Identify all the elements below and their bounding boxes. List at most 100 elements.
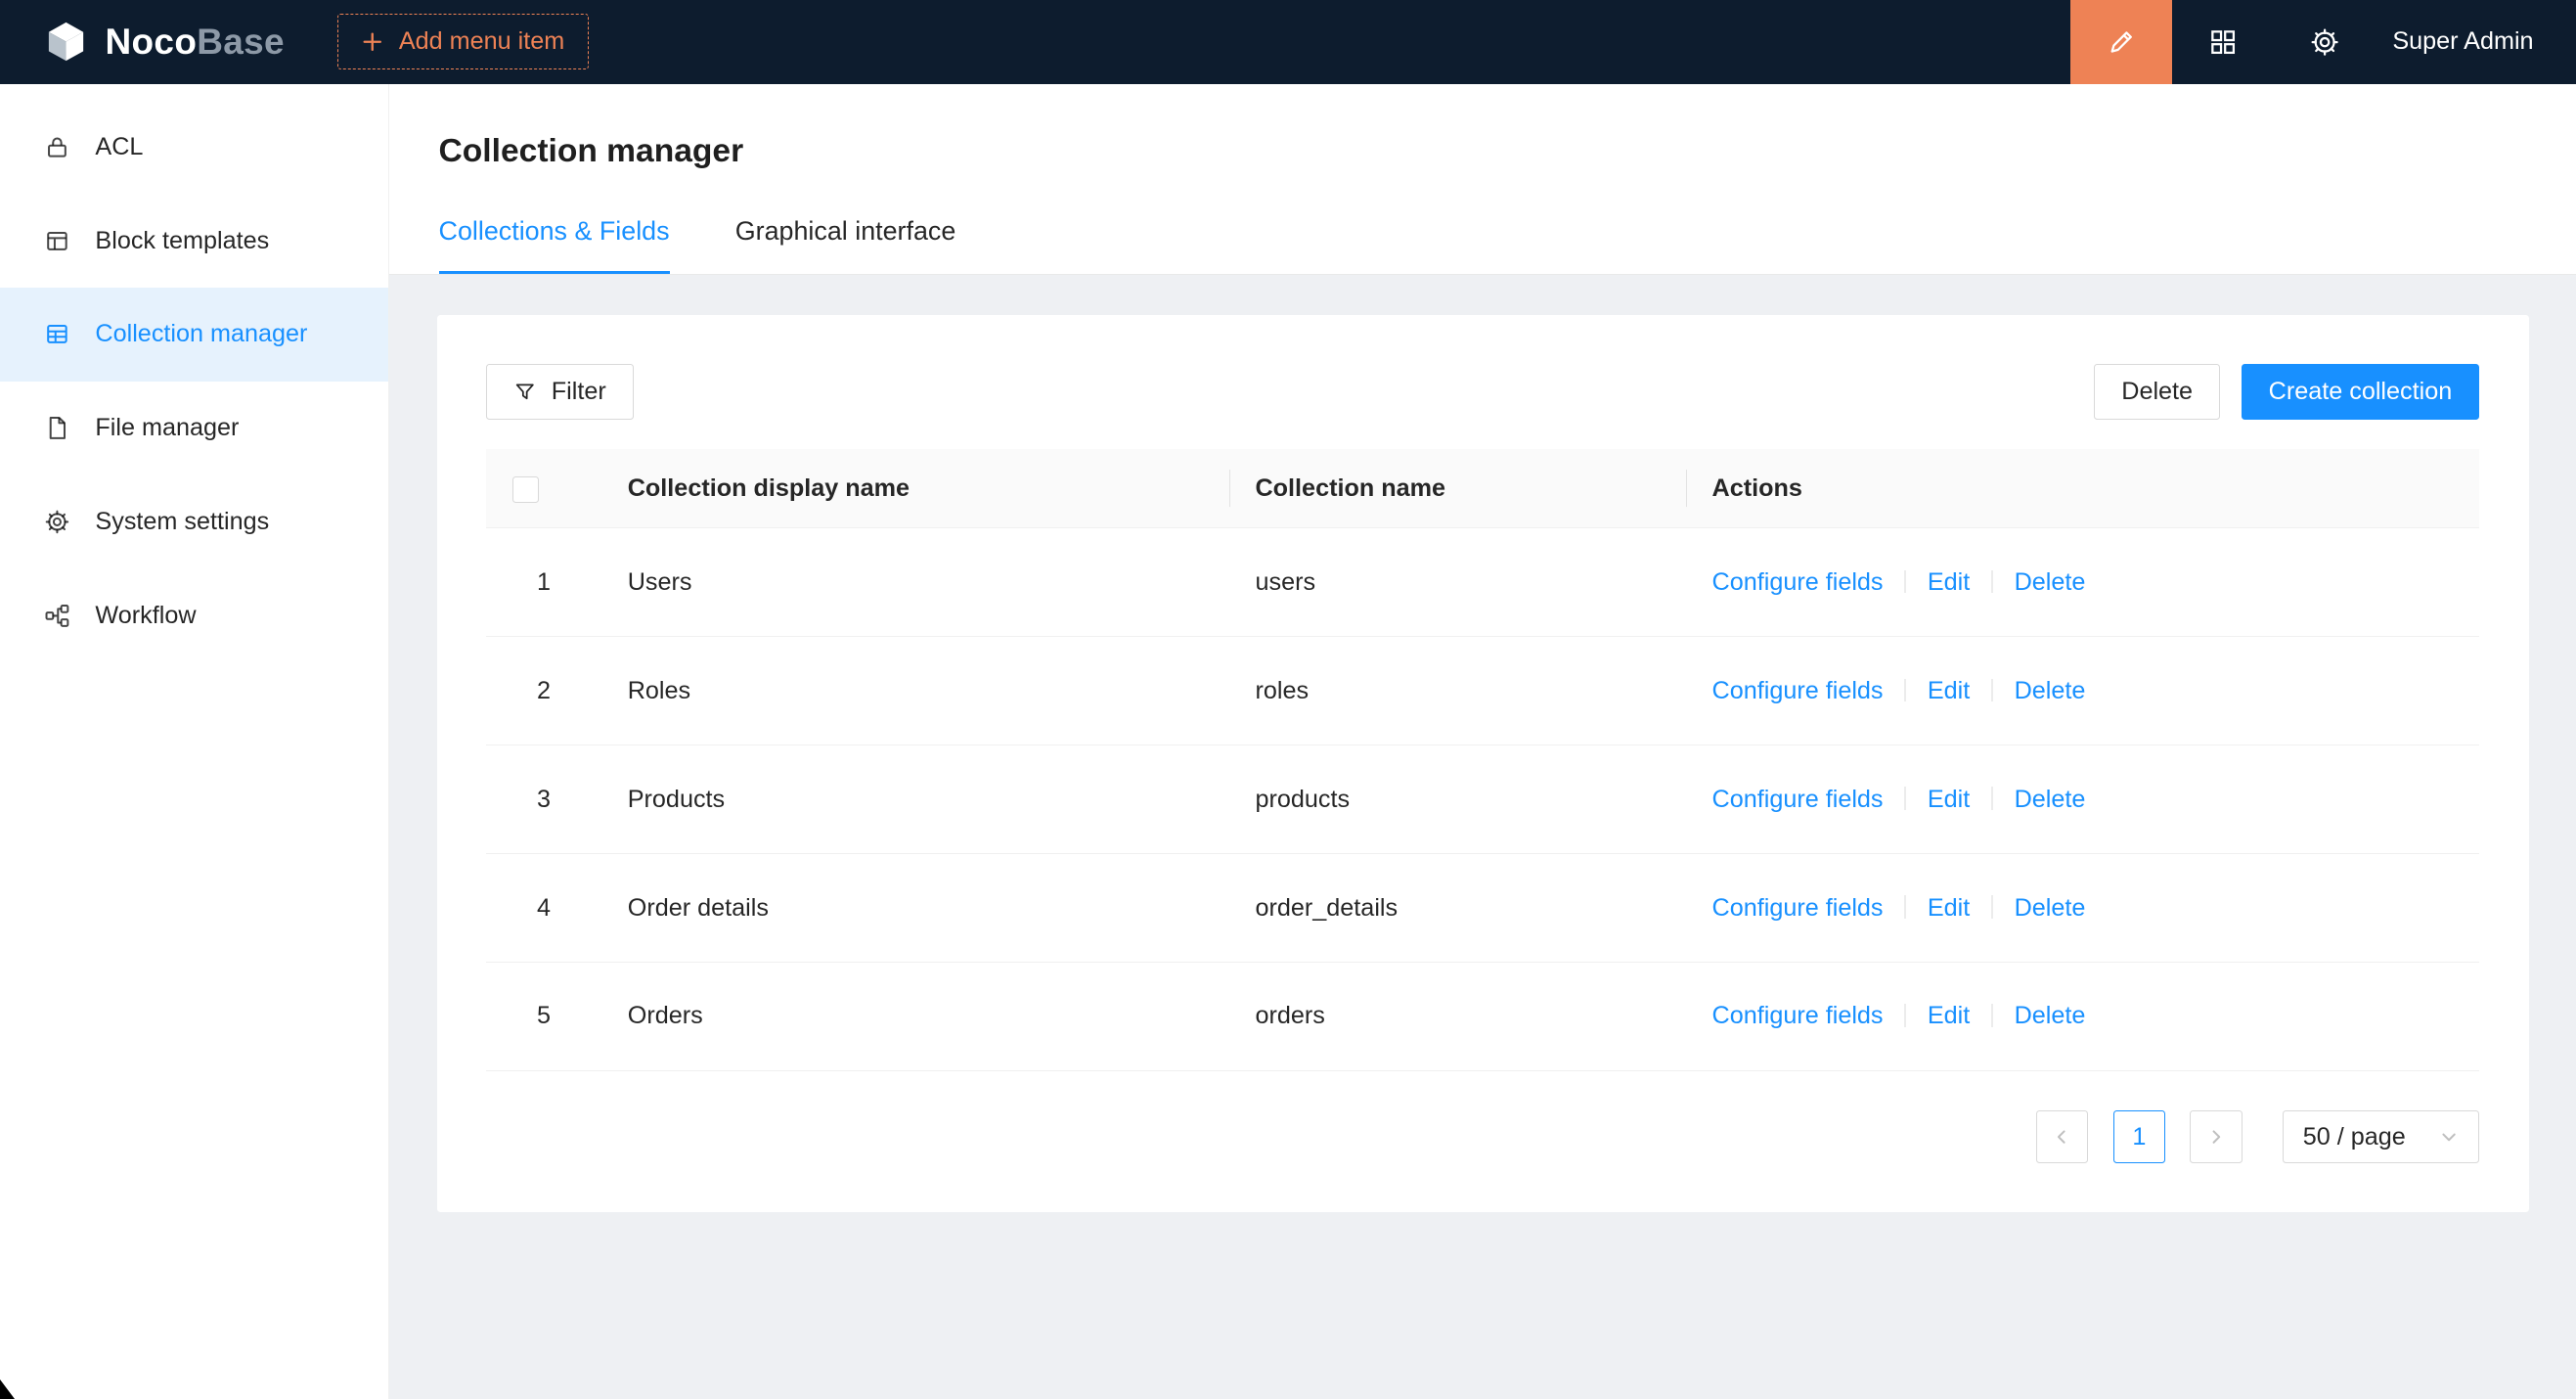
table-row: 2 Roles roles Configure fieldsEditDelete <box>486 637 2479 745</box>
gear-icon <box>2310 27 2339 57</box>
grid-icon <box>2208 27 2238 57</box>
sidebar-item-label: System settings <box>95 508 269 536</box>
delete-link[interactable]: Delete <box>2015 786 2086 813</box>
sidebar-item-label: ACL <box>95 133 143 161</box>
select-all-checkbox[interactable] <box>512 476 539 503</box>
cursor-artifact <box>0 1379 15 1399</box>
sidebar-item-workflow[interactable]: Workflow <box>0 568 388 662</box>
header-actions: Actions <box>1686 449 2479 528</box>
delete-button[interactable]: Delete <box>2094 364 2220 420</box>
delete-link[interactable]: Delete <box>2015 894 2086 922</box>
configure-fields-link[interactable]: Configure fields <box>1712 568 1884 596</box>
collections-card: Filter Delete Create collection <box>437 315 2529 1213</box>
configure-fields-link[interactable]: Configure fields <box>1712 786 1884 813</box>
tabs-bar: Collections & Fields Graphical interface <box>439 216 2527 274</box>
logo-cube-icon <box>43 19 89 65</box>
next-page-button[interactable] <box>2190 1110 2243 1163</box>
cell-display-name: Users <box>601 528 1229 637</box>
add-menu-item-label: Add menu item <box>399 27 564 56</box>
header-display-name: Collection display name <box>601 449 1229 528</box>
plus-icon <box>361 30 384 54</box>
collections-table: Collection display name Collection name … <box>486 449 2479 1071</box>
sidebar-item-system-settings[interactable]: System settings <box>0 474 388 568</box>
ui-editor-button[interactable] <box>2070 0 2172 84</box>
configure-fields-link[interactable]: Configure fields <box>1712 1002 1884 1029</box>
row-index: 3 <box>486 745 601 854</box>
cell-collection-name: roles <box>1229 637 1686 745</box>
filter-button[interactable]: Filter <box>486 364 633 420</box>
action-divider <box>1904 1004 1906 1027</box>
cell-collection-name: users <box>1229 528 1686 637</box>
create-collection-button[interactable]: Create collection <box>2242 364 2479 420</box>
edit-link[interactable]: Edit <box>1928 786 1970 813</box>
delete-link[interactable]: Delete <box>2015 568 2086 596</box>
cell-display-name: Order details <box>601 854 1229 963</box>
sidebar-item-label: Workflow <box>95 602 196 630</box>
tab-graphical-interface[interactable]: Graphical interface <box>735 216 956 274</box>
edit-link[interactable]: Edit <box>1928 894 1970 922</box>
edit-link[interactable]: Edit <box>1928 1002 1970 1029</box>
action-divider <box>1991 679 1993 702</box>
plugins-button[interactable] <box>2172 0 2274 84</box>
file-icon <box>44 415 70 441</box>
table-row: 5 Orders orders Configure fieldsEditDele… <box>486 962 2479 1070</box>
sidebar-item-acl[interactable]: ACL <box>0 100 388 194</box>
action-divider <box>1904 895 1906 919</box>
page-header: Collection manager Collections & Fields … <box>389 84 2576 276</box>
pagination: 1 50 / page <box>486 1110 2479 1163</box>
tab-collections-fields[interactable]: Collections & Fields <box>439 216 670 274</box>
header-right: Super Admin <box>2070 0 2576 84</box>
action-divider <box>1904 787 1906 810</box>
logo-text-primary: Noco <box>106 22 198 62</box>
configure-fields-link[interactable]: Configure fields <box>1712 894 1884 922</box>
settings-button[interactable] <box>2274 0 2376 84</box>
action-divider <box>1991 787 1993 810</box>
page-size-select[interactable]: 50 / page <box>2283 1110 2480 1163</box>
table-row: 3 Products products Configure fieldsEdit… <box>486 745 2479 854</box>
cell-collection-name: products <box>1229 745 1686 854</box>
sidebar-item-collection-manager[interactable]: Collection manager <box>0 288 388 382</box>
table-row: 1 Users users Configure fields Edit Delete <box>486 528 2479 637</box>
settings-sidebar: ACL Block templates Collection manager F… <box>0 84 389 1399</box>
sidebar-item-label: Block templates <box>95 227 269 255</box>
highlighter-icon <box>2107 27 2136 57</box>
add-menu-item-button[interactable]: Add menu item <box>337 14 589 69</box>
sidebar-item-block-templates[interactable]: Block templates <box>0 194 388 288</box>
table-header-row: Collection display name Collection name … <box>486 449 2479 528</box>
prev-page-button[interactable] <box>2036 1110 2089 1163</box>
logo-text-secondary: Base <box>197 22 285 62</box>
sidebar-item-file-manager[interactable]: File manager <box>0 382 388 475</box>
page-title: Collection manager <box>439 133 2527 170</box>
nocobase-logo[interactable]: NocoBase <box>0 19 321 65</box>
workflow-icon <box>44 603 70 629</box>
filter-icon <box>513 381 537 404</box>
sidebar-item-label: File manager <box>95 414 239 442</box>
header-select-cell <box>486 449 601 528</box>
cell-actions: Configure fields Edit Delete <box>1686 745 2479 854</box>
action-divider <box>1991 1004 1993 1027</box>
table-row: 4 Order details order_details Configure … <box>486 854 2479 963</box>
top-header: NocoBase Add menu item <box>0 0 2576 84</box>
table-icon <box>44 321 70 347</box>
chevron-left-icon <box>2052 1127 2071 1147</box>
gear-icon <box>44 509 70 535</box>
cell-collection-name: orders <box>1229 962 1686 1070</box>
row-index: 4 <box>486 854 601 963</box>
row-index: 5 <box>486 962 601 1070</box>
logo-text: NocoBase <box>106 22 285 63</box>
page-number-button[interactable]: 1 <box>2113 1110 2166 1163</box>
cell-actions: Configure fields Edit Delete <box>1686 528 2479 637</box>
edit-link[interactable]: Edit <box>1928 568 1970 596</box>
cell-actions: Configure fields Edit Delete <box>1686 962 2479 1070</box>
edit-link[interactable]: Edit <box>1928 677 1970 704</box>
configure-fields-link[interactable]: Configure fields <box>1712 677 1884 704</box>
user-menu[interactable]: Super Admin <box>2376 27 2576 56</box>
chevron-right-icon <box>2206 1127 2226 1147</box>
page-size-value: 50 / page <box>2303 1123 2406 1151</box>
row-index: 2 <box>486 637 601 745</box>
toolbar-right: Delete Create collection <box>2094 364 2479 420</box>
delete-link[interactable]: Delete <box>2015 1002 2086 1029</box>
delete-link[interactable]: Delete <box>2015 677 2086 704</box>
main-panel: Collection manager Collections & Fields … <box>389 84 2576 1399</box>
row-index: 1 <box>486 528 601 637</box>
